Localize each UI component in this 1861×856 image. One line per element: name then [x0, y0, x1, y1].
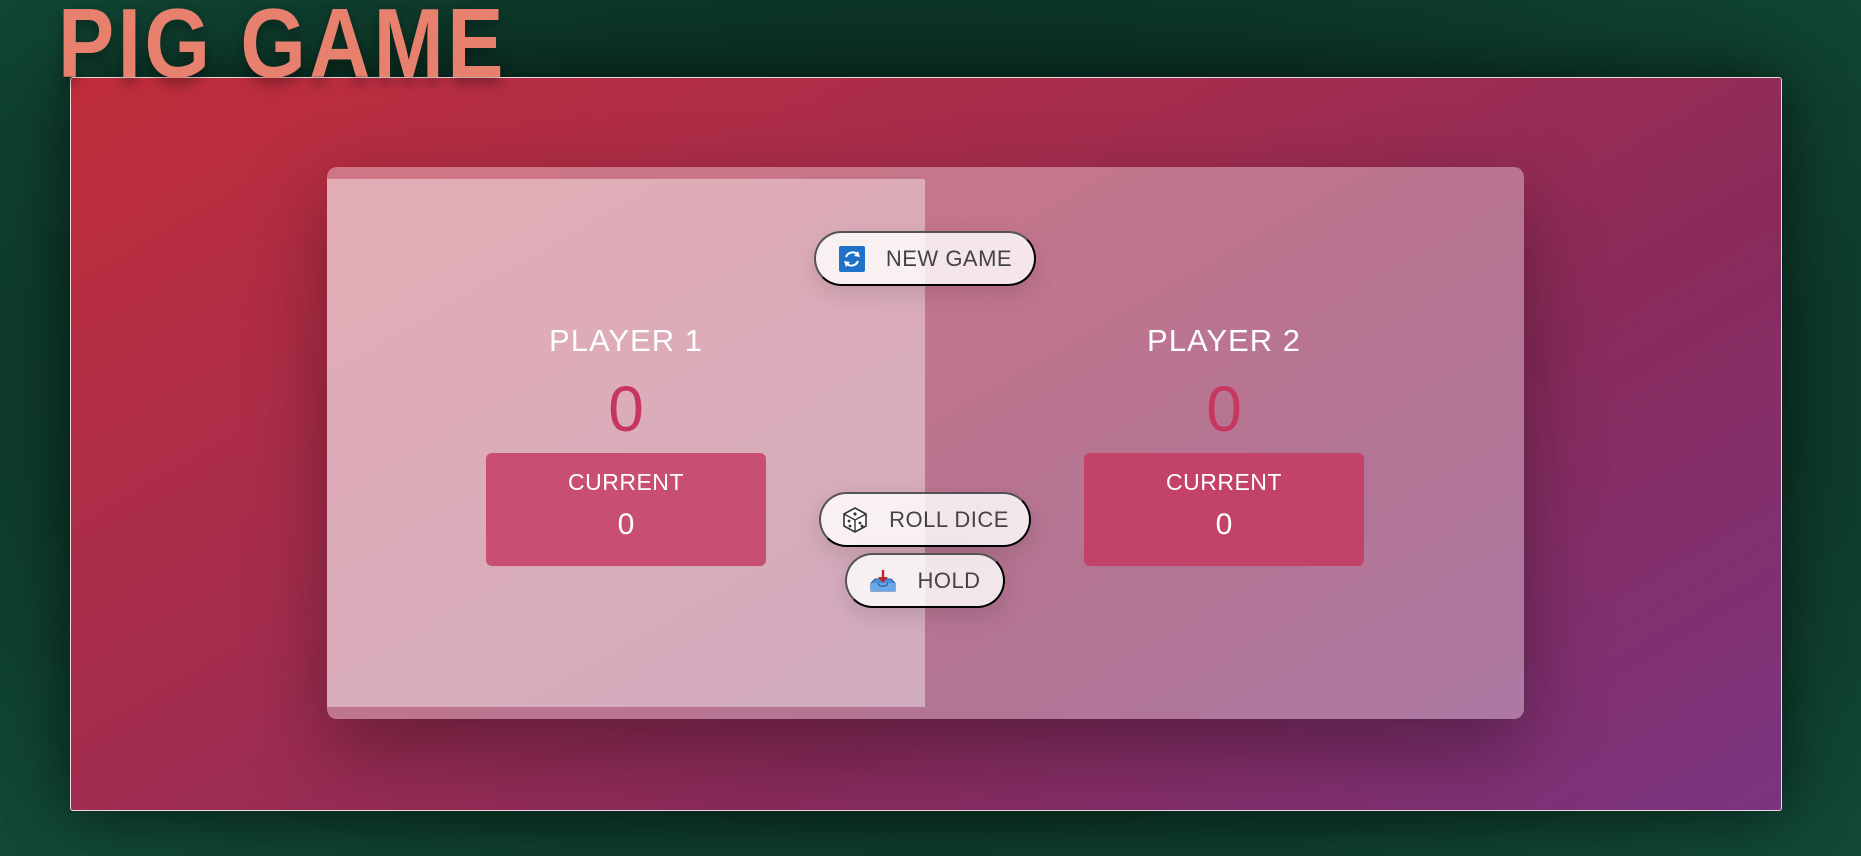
player-1-current-score: 0 — [617, 508, 635, 541]
new-game-label: NEW GAME — [885, 245, 1013, 271]
new-game-button[interactable]: NEW GAME — [814, 231, 1036, 286]
roll-dice-button[interactable]: ROLL DICE — [819, 492, 1031, 547]
player-1-score: 0 — [608, 373, 644, 445]
hold-label: HOLD — [917, 567, 981, 593]
player-1-current-box: CURRENT 0 — [486, 453, 766, 566]
player-1-current-label: CURRENT — [568, 469, 684, 495]
roll-dice-label: ROLL DICE — [889, 506, 1009, 532]
player-2-score: 0 — [1206, 373, 1242, 445]
hold-button[interactable]: HOLD — [845, 553, 1005, 608]
inbox-tray-icon — [869, 567, 897, 595]
player-2-current-box: CURRENT 0 — [1084, 453, 1364, 566]
refresh-icon — [838, 245, 866, 273]
app-title: PIG GAME — [58, 0, 507, 98]
player-2-name: PLAYER 2 — [1147, 323, 1301, 358]
player-2-current-score: 0 — [1215, 508, 1233, 541]
dice-icon — [841, 506, 869, 534]
player-2-current-label: CURRENT — [1166, 469, 1282, 495]
player-1-name: PLAYER 1 — [549, 323, 703, 358]
